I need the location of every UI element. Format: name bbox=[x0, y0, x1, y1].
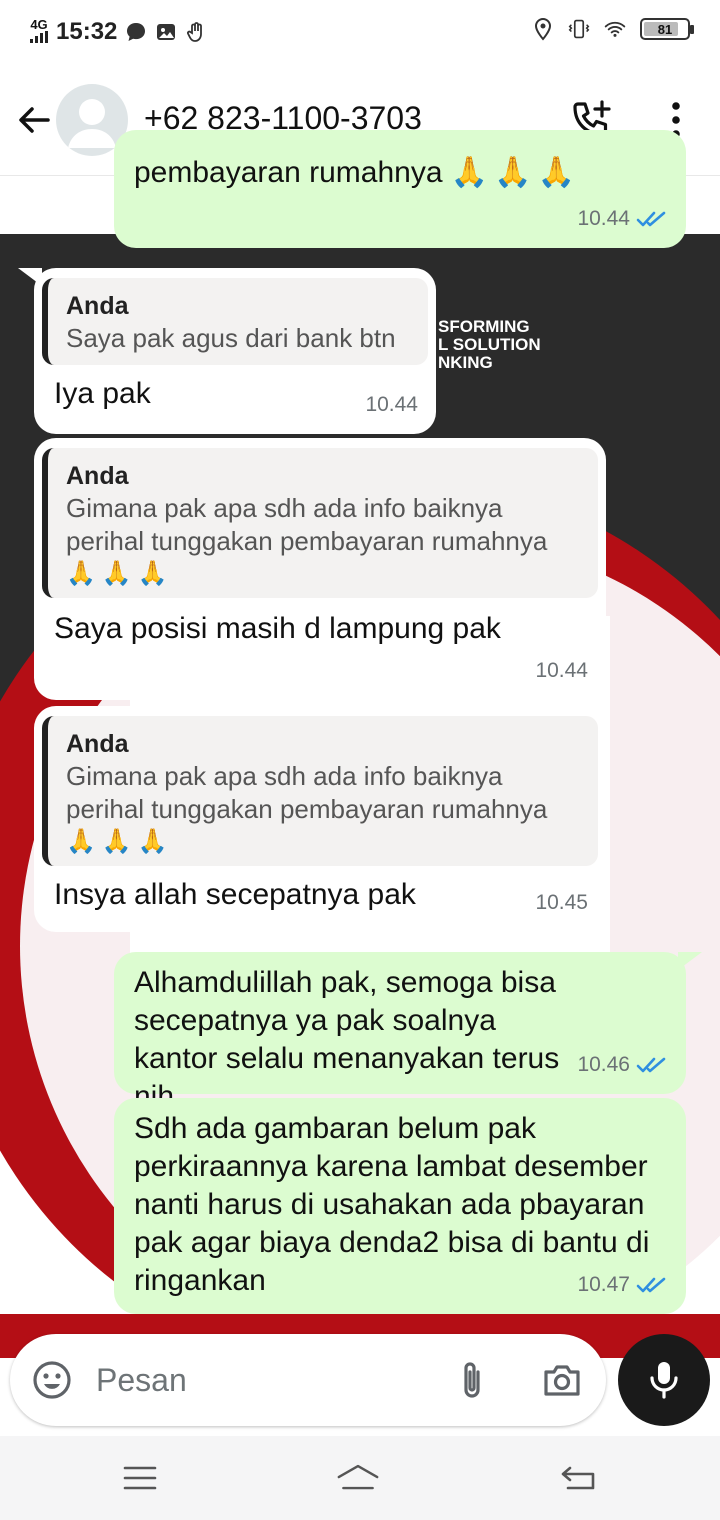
return-icon bbox=[561, 1466, 595, 1490]
battery-percent: 81 bbox=[657, 21, 673, 37]
message-text: Alhamdulillah pak, semoga bisa secepatny… bbox=[134, 966, 560, 1113]
bubble-tail bbox=[678, 952, 702, 970]
wifi-icon bbox=[604, 18, 626, 40]
message-bubble-outgoing[interactable]: pembayaran rumahnya 🙏🙏🙏 10.44 bbox=[114, 130, 686, 248]
network-type-label: 4G bbox=[30, 17, 48, 32]
paperclip-icon bbox=[464, 1362, 480, 1398]
message-text: Saya posisi masih d lampung pak bbox=[54, 612, 501, 645]
attach-button[interactable] bbox=[454, 1358, 492, 1402]
microphone-icon bbox=[650, 1362, 678, 1399]
quote-text: Gimana pak apa sdh ada info baiknya peri… bbox=[66, 761, 548, 824]
message-time: 10.44 bbox=[535, 659, 588, 682]
quote-author: Anda bbox=[66, 462, 129, 490]
read-ticks-icon bbox=[636, 1057, 666, 1073]
message-bubble-outgoing[interactable]: Alhamdulillah pak, semoga bisa secepatny… bbox=[114, 952, 702, 1113]
pray-emoji: 🙏🙏🙏 bbox=[450, 155, 581, 190]
quoted-message[interactable]: Anda Saya pak agus dari bank btn bbox=[42, 278, 428, 365]
wallpaper-text-line: L SOLUTION bbox=[438, 335, 541, 354]
location-icon bbox=[532, 17, 554, 41]
read-ticks-icon bbox=[636, 1277, 666, 1293]
arrow-left-icon bbox=[19, 107, 50, 133]
pray-emoji: 🙏🙏🙏 bbox=[66, 827, 174, 855]
wallpaper-text: SFORMING L SOLUTION NKING bbox=[438, 318, 541, 372]
back-nav-button[interactable] bbox=[556, 1458, 600, 1498]
menu-lines-icon bbox=[123, 1466, 157, 1490]
message-bubble-incoming[interactable]: Anda Saya pak agus dari bank btn Iya pak… bbox=[18, 268, 436, 434]
quote-author: Anda bbox=[66, 730, 129, 758]
message-time: 10.47 bbox=[577, 1273, 630, 1296]
message-composer bbox=[10, 1334, 606, 1426]
quote-author: Anda bbox=[66, 292, 129, 320]
message-bubble-incoming[interactable]: Anda Gimana pak apa sdh ada info baiknya… bbox=[34, 438, 606, 700]
bubble-tail bbox=[18, 268, 42, 286]
home-button[interactable] bbox=[336, 1458, 380, 1498]
back-button[interactable] bbox=[14, 100, 54, 140]
camera-button[interactable] bbox=[540, 1358, 584, 1402]
message-bubble-outgoing[interactable]: Sdh ada gambaran belum pak perkiraannya … bbox=[114, 1098, 686, 1314]
system-nav-bar bbox=[0, 1436, 720, 1520]
message-input[interactable] bbox=[96, 1356, 436, 1404]
emoji-button[interactable] bbox=[32, 1360, 72, 1400]
message-text: pembayaran rumahnya bbox=[134, 156, 443, 189]
home-icon bbox=[337, 1464, 379, 1490]
message-time: 10.45 bbox=[535, 891, 588, 914]
network-indicator: 4G bbox=[30, 17, 48, 45]
message-time: 10.46 bbox=[577, 1053, 630, 1076]
quote-text: Saya pak agus dari bank btn bbox=[66, 323, 396, 353]
message-time: 10.44 bbox=[365, 393, 418, 416]
chat-bubble-icon bbox=[125, 21, 147, 43]
message-bubble-incoming[interactable]: Anda Gimana pak apa sdh ada info baiknya… bbox=[34, 706, 606, 932]
message-text: Iya pak bbox=[54, 377, 151, 410]
wallpaper-text-line: NKING bbox=[438, 353, 493, 372]
pray-emoji: 🙏🙏🙏 bbox=[66, 559, 174, 587]
status-bar: 4G 15:32 81 bbox=[0, 0, 720, 64]
message-time: 10.44 bbox=[577, 207, 630, 230]
battery-indicator: 81 bbox=[640, 18, 694, 40]
vibrate-icon bbox=[568, 18, 590, 40]
voice-message-button[interactable] bbox=[618, 1334, 710, 1426]
wallpaper-text-line: SFORMING bbox=[438, 317, 530, 336]
recent-apps-button[interactable] bbox=[118, 1458, 162, 1498]
message-text: Insya allah secepatnya pak bbox=[54, 878, 416, 911]
gallery-icon bbox=[155, 21, 177, 43]
smiley-icon bbox=[33, 1361, 71, 1399]
quoted-message[interactable]: Anda Gimana pak apa sdh ada info baiknya… bbox=[42, 716, 598, 866]
clock: 15:32 bbox=[56, 18, 118, 45]
hand-gesture-icon bbox=[185, 21, 207, 43]
signal-icon bbox=[30, 31, 48, 43]
quote-text: Gimana pak apa sdh ada info baiknya peri… bbox=[66, 493, 548, 556]
quoted-message[interactable]: Anda Gimana pak apa sdh ada info baiknya… bbox=[42, 448, 598, 598]
read-ticks-icon bbox=[636, 211, 666, 227]
camera-icon bbox=[544, 1365, 580, 1396]
